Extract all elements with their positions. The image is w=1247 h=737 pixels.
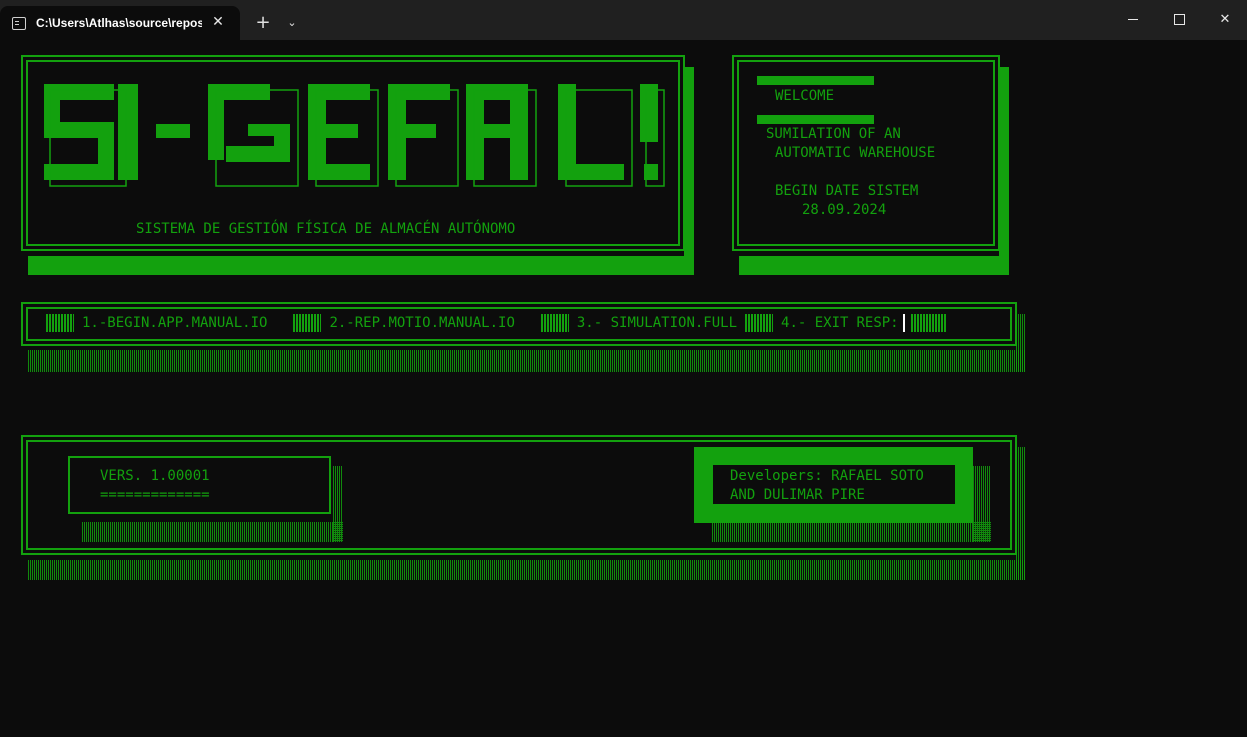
menu-block — [745, 314, 774, 332]
text-cursor[interactable] — [902, 314, 905, 332]
menu-shadow-bottom — [28, 350, 1026, 372]
logo-art — [44, 84, 668, 196]
developers-line-1: Developers: RAFAEL SOTO — [730, 468, 924, 484]
menu-block — [293, 314, 322, 332]
maximize-icon — [1173, 14, 1185, 25]
footer-shadow-bottom — [28, 560, 1026, 580]
minimize-button[interactable] — [1110, 0, 1156, 40]
version-shadow-bottom — [82, 522, 343, 542]
version-underline: ============= — [100, 487, 210, 503]
menu-item-begin-app[interactable]: 1.-BEGIN.APP.MANUAL.IO — [82, 315, 267, 331]
begin-date-value: 28.09.2024 — [802, 202, 887, 218]
version-shadow-right — [333, 466, 343, 542]
menu-block — [540, 314, 569, 332]
version-text: VERS. 1.00001 — [100, 468, 210, 484]
menu-item-rep-motio[interactable]: 2.-REP.MOTIO.MANUAL.IO — [329, 315, 514, 331]
menu-item-exit[interactable]: 4.- EXIT — [781, 315, 848, 331]
menu-block — [46, 314, 74, 332]
banner-shadow-right — [684, 67, 694, 275]
menu-shadow-right — [1016, 314, 1026, 372]
developers-line-2: AND DULIMAR PIRE — [730, 487, 865, 503]
main-menu: 1.-BEGIN.APP.MANUAL.IO 2.-REP.MOTIO.MANU… — [46, 313, 955, 333]
welcome-shadow-bottom — [739, 256, 1009, 275]
welcome-heading: WELCOME — [775, 88, 835, 104]
response-prompt: RESP: — [856, 315, 899, 331]
developers-shadow-right — [973, 466, 991, 542]
tab-dropdown-button[interactable]: ⌄ — [282, 10, 302, 36]
window-titlebar: C:\Users\Atlhas\source\repos\ ✕ + ⌄ ✕ — [0, 0, 1247, 40]
logo-svg — [44, 84, 665, 187]
close-tab-icon[interactable]: ✕ — [206, 12, 230, 32]
welcome-line-2: AUTOMATIC WAREHOUSE — [775, 145, 936, 161]
terminal-tab[interactable]: C:\Users\Atlhas\source\repos\ ✕ — [0, 6, 240, 40]
begin-date-label: BEGIN DATE SISTEM — [775, 183, 919, 199]
menu-block — [910, 314, 947, 332]
close-window-button[interactable]: ✕ — [1202, 0, 1247, 40]
welcome-line-1: SUMILATION OF AN — [766, 126, 901, 142]
developers-shadow-bottom — [712, 522, 991, 542]
maximize-button[interactable] — [1156, 0, 1202, 40]
new-tab-button[interactable]: + — [250, 10, 276, 36]
banner-shadow-bottom — [28, 256, 694, 275]
footer-shadow-right — [1016, 447, 1026, 580]
welcome-shadow-right — [999, 67, 1009, 275]
welcome-bar-bottom — [757, 115, 874, 124]
terminal-icon — [12, 17, 26, 30]
tab-title: C:\Users\Atlhas\source\repos\ — [36, 16, 202, 30]
minimize-icon — [1128, 19, 1138, 20]
menu-item-simulation[interactable]: 3.- SIMULATION.FULL — [577, 315, 737, 331]
banner-subtitle: SISTEMA DE GESTIÓN FÍSICA DE ALMACÉN AUT… — [136, 221, 516, 237]
welcome-bar-top — [757, 76, 874, 85]
close-icon: ✕ — [1219, 12, 1231, 27]
